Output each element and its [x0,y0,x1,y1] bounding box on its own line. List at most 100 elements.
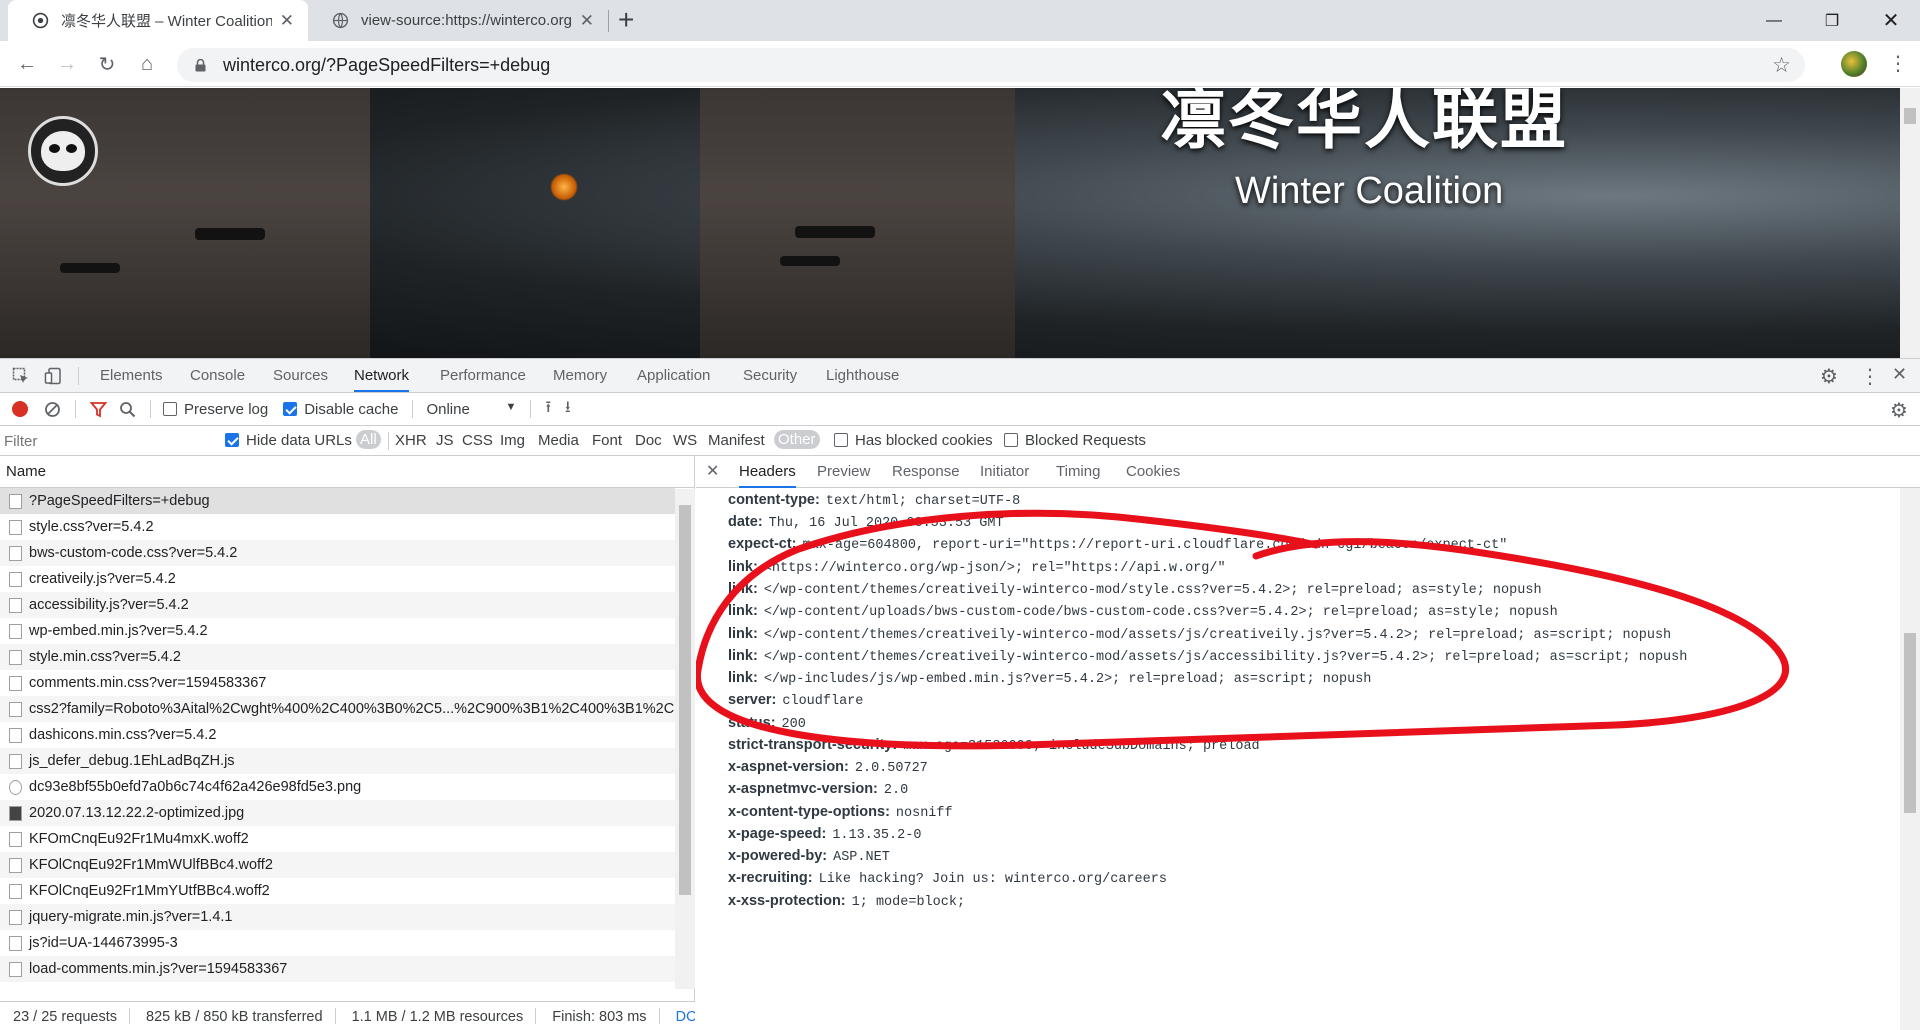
devtools-panel: Elements Console Sources Network Perform… [0,358,1920,1030]
header-value: 2.0.50727 [854,761,928,776]
inspect-element-icon[interactable] [12,367,30,385]
request-row[interactable]: creativeily.js?ver=5.4.2 [0,566,675,592]
page-scrollbar[interactable] [1900,88,1920,358]
request-row[interactable]: wp-embed.min.js?ver=5.4.2 [0,618,675,644]
network-settings-gear-icon[interactable]: ⚙ [1890,398,1908,423]
home-button[interactable]: ⌂ [133,50,161,78]
minimize-button[interactable]: — [1745,0,1803,41]
type-filter-other[interactable]: Other [774,430,820,449]
tab-headers[interactable]: Headers [739,456,796,488]
request-row[interactable]: 2020.07.13.12.22.2-optimized.jpg [0,800,675,826]
extension-avatar[interactable] [1841,51,1867,77]
tab-sources[interactable]: Sources [273,359,328,392]
tab-preview[interactable]: Preview [817,456,870,488]
close-icon[interactable]: ✕ [280,11,294,31]
request-row[interactable]: css2?family=Roboto%3Aital%2Cwght%400%2C4… [0,696,675,722]
device-toolbar-icon[interactable] [44,367,62,385]
request-row[interactable]: style.css?ver=5.4.2 [0,514,675,540]
disable-cache-checkbox[interactable]: Disable cache [283,401,398,418]
forward-button[interactable]: → [53,50,81,78]
name-column-header[interactable]: Name [0,456,694,488]
type-filter-all[interactable]: All [356,430,381,449]
requests-count: 23 / 25 requests [13,1009,117,1025]
import-har-icon[interactable]: ⭱ [545,396,551,423]
header-key: content-type: [728,492,820,508]
tab-lighthouse[interactable]: Lighthouse [826,359,899,392]
window-close-button[interactable]: ✕ [1862,0,1920,41]
request-row[interactable]: dc93e8bf55b0efd7a0b6c74c4f62a426e98fd5e3… [0,774,675,800]
scroll-thumb[interactable] [679,505,691,895]
blocked-requests-checkbox[interactable]: Blocked Requests [1004,432,1146,449]
clear-icon[interactable] [44,401,61,418]
request-row[interactable]: KFOmCnqEu92Fr1Mu4mxK.woff2 [0,826,675,852]
type-filter-css[interactable]: CSS [462,432,493,449]
record-icon[interactable] [12,401,28,417]
close-icon[interactable]: ✕ [706,461,719,481]
request-row[interactable]: style.min.css?ver=5.4.2 [0,644,675,670]
request-row[interactable]: load-comments.min.js?ver=1594583367 [0,956,675,982]
header-row: link: </wp-content/themes/creativeily-win… [728,625,1671,643]
globe-icon [332,12,349,29]
type-filter-xhr[interactable]: XHR [395,432,427,449]
address-bar[interactable]: winterco.org/?PageSpeedFilters=+debug ☆ [177,48,1805,82]
type-filter-doc[interactable]: Doc [635,432,662,449]
tab-response[interactable]: Response [892,456,960,488]
tab-application[interactable]: Application [637,359,710,392]
request-list-scrollbar[interactable] [675,489,695,989]
request-row[interactable]: js_defer_debug.1EhLadBqZH.js [0,748,675,774]
back-button[interactable]: ← [13,50,41,78]
request-name: css2?family=Roboto%3Aital%2Cwght%400%2C4… [29,701,675,717]
search-icon[interactable] [119,401,136,418]
request-row[interactable]: KFOlCnqEu92Fr1MmYUtfBBc4.woff2 [0,878,675,904]
request-row[interactable]: accessibility.js?ver=5.4.2 [0,592,675,618]
type-filter-js[interactable]: JS [436,432,454,449]
close-devtools-icon[interactable]: ✕ [1892,364,1907,385]
request-row[interactable]: comments.min.css?ver=1594583367 [0,670,675,696]
type-filter-media[interactable]: Media [538,432,579,449]
type-filter-img[interactable]: Img [500,432,525,449]
details-scrollbar[interactable] [1900,488,1920,1030]
tab-security[interactable]: Security [743,359,797,392]
preserve-log-checkbox[interactable]: Preserve log [163,401,268,418]
tab-elements[interactable]: Elements [100,359,163,392]
has-blocked-cookies-checkbox[interactable]: Has blocked cookies [834,432,993,449]
request-row[interactable]: KFOlCnqEu92Fr1MmWUlfBBc4.woff2 [0,852,675,878]
filter-input[interactable] [4,430,209,452]
request-row[interactable]: js?id=UA-144673995-3 [0,930,675,956]
request-row[interactable]: jquery-migrate.min.js?ver=1.4.1 [0,904,675,930]
request-name: dc93e8bf55b0efd7a0b6c74c4f62a426e98fd5e3… [29,779,362,795]
filter-icon[interactable] [90,401,107,418]
tab-timing[interactable]: Timing [1056,456,1100,488]
browser-tab-winterco[interactable]: 凛冬华人联盟 – Winter Coalition ✕ [8,0,308,41]
type-filter-font[interactable]: Font [592,432,622,449]
hull-slot [60,263,120,273]
reload-button[interactable]: ↻ [93,50,121,78]
browser-tab-view-source[interactable]: view-source:https://winterco.org/ ✕ [308,0,608,41]
request-row[interactable]: dashicons.min.css?ver=5.4.2 [0,722,675,748]
site-logo[interactable] [28,116,98,186]
tab-console[interactable]: Console [190,359,245,392]
tab-performance[interactable]: Performance [440,359,526,392]
export-har-icon[interactable]: ⭳ [565,396,571,423]
request-row[interactable]: bws-custom-code.css?ver=5.4.2 [0,540,675,566]
restore-button[interactable]: ❐ [1803,0,1861,41]
request-row[interactable]: ?PageSpeedFilters=+debug [0,488,675,514]
type-filter-manifest[interactable]: Manifest [708,432,765,449]
tab-initiator[interactable]: Initiator [980,456,1029,488]
scroll-thumb[interactable] [1904,633,1916,813]
tab-network[interactable]: Network [354,359,410,392]
header-row: server: cloudflare [728,691,863,709]
more-options-icon[interactable]: ⋮ [1860,364,1880,389]
scroll-thumb[interactable] [1904,108,1916,124]
tab-memory[interactable]: Memory [553,359,607,392]
bookmark-star-icon[interactable]: ☆ [1772,53,1791,78]
type-filter-ws[interactable]: WS [673,432,697,449]
new-tab-button[interactable]: + [618,4,634,36]
throttling-select[interactable]: Online ▼ [426,401,516,418]
header-row: expect-ct: max-age=604800, report-uri="ht… [728,535,1507,553]
close-icon[interactable]: ✕ [580,11,594,31]
hide-data-urls-checkbox[interactable]: Hide data URLs [225,432,352,449]
settings-gear-icon[interactable]: ⚙ [1820,364,1838,389]
browser-menu-icon[interactable]: ⋮ [1888,51,1908,76]
tab-cookies[interactable]: Cookies [1126,456,1180,488]
